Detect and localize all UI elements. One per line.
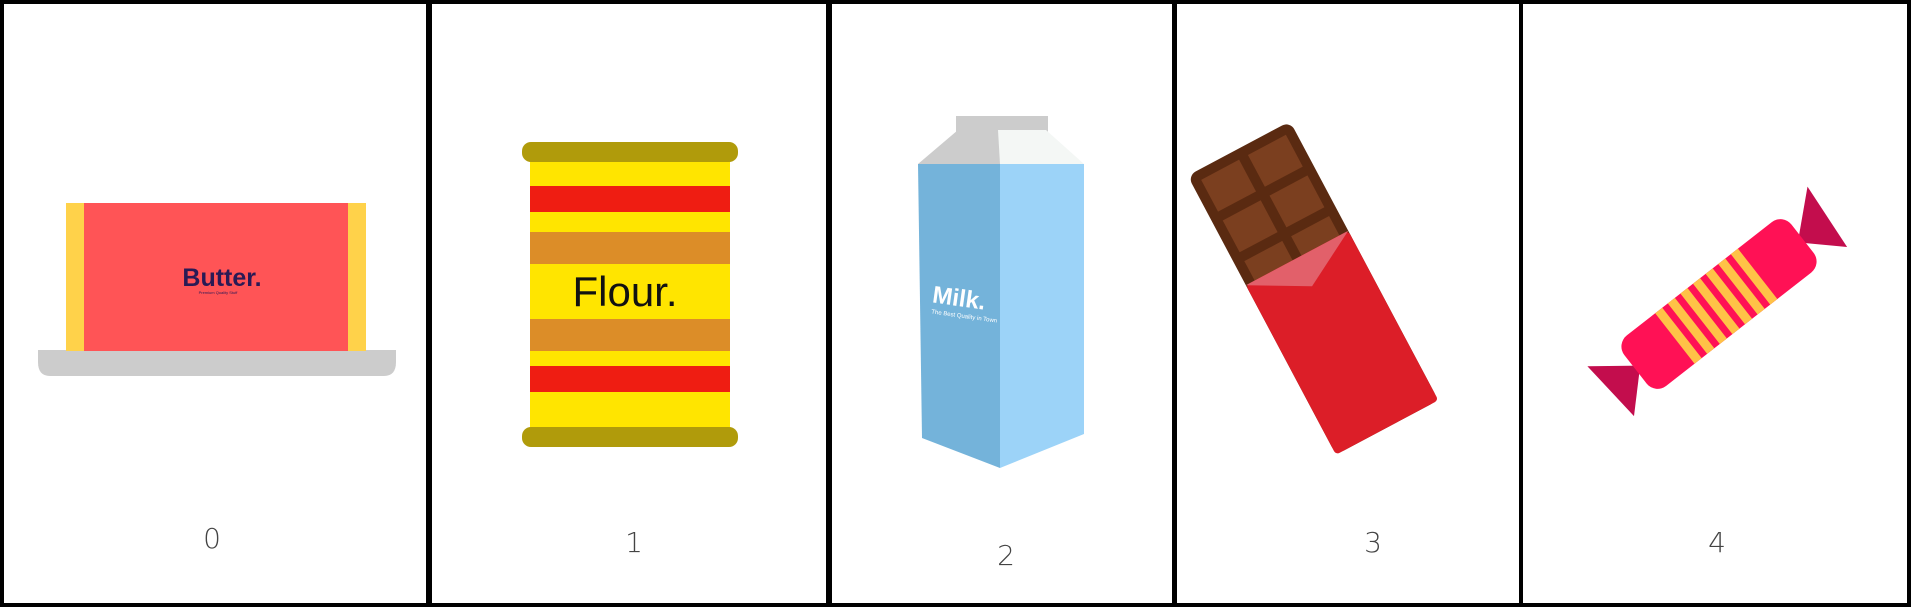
card-milk[interactable]: Milk. The Best Quality in Town 2 <box>828 0 1176 607</box>
card-flour[interactable]: Flour. 1 <box>428 0 830 607</box>
flour-stripe-orange-top <box>530 232 730 264</box>
butter-sublabel: Premium Quality Stuff <box>199 290 239 295</box>
flour-stripe-red-top <box>530 186 730 212</box>
butter-label: Butter. <box>182 264 261 292</box>
butter-image: Butter. Premium Quality Stuff <box>38 203 396 376</box>
milk-carton-roof-left <box>918 130 1004 164</box>
card-candy[interactable]: 4 <box>1519 0 1911 607</box>
card-butter[interactable]: Butter. Premium Quality Stuff 0 <box>0 0 430 607</box>
flour-lid-bottom <box>522 427 738 447</box>
card-index-label: 2 <box>997 539 1015 572</box>
card-index-label: 3 <box>1364 526 1382 559</box>
flour-image: Flour. <box>522 142 738 447</box>
milk-carton-roof-right <box>998 130 1084 164</box>
candy-image <box>1587 186 1848 417</box>
butter-end-left <box>66 203 84 351</box>
milk-carton-side <box>1000 164 1084 468</box>
card-index-label: 1 <box>625 526 643 559</box>
flour-stripe-red-bottom <box>530 366 730 392</box>
card-index-label: 4 <box>1708 526 1726 559</box>
flour-stripe-orange-bottom <box>530 319 730 351</box>
milk-image: Milk. The Best Quality in Town <box>918 116 1084 468</box>
butter-plate <box>38 350 396 376</box>
flour-label: Flour. <box>572 268 677 315</box>
chocolate-image <box>1190 124 1437 454</box>
card-index-label: 0 <box>203 522 221 555</box>
butter-end-right <box>348 203 366 351</box>
milk-carton-cap <box>956 116 1048 132</box>
flour-lid-top <box>522 142 738 162</box>
card-chocolate[interactable]: 3 <box>1173 0 1523 607</box>
